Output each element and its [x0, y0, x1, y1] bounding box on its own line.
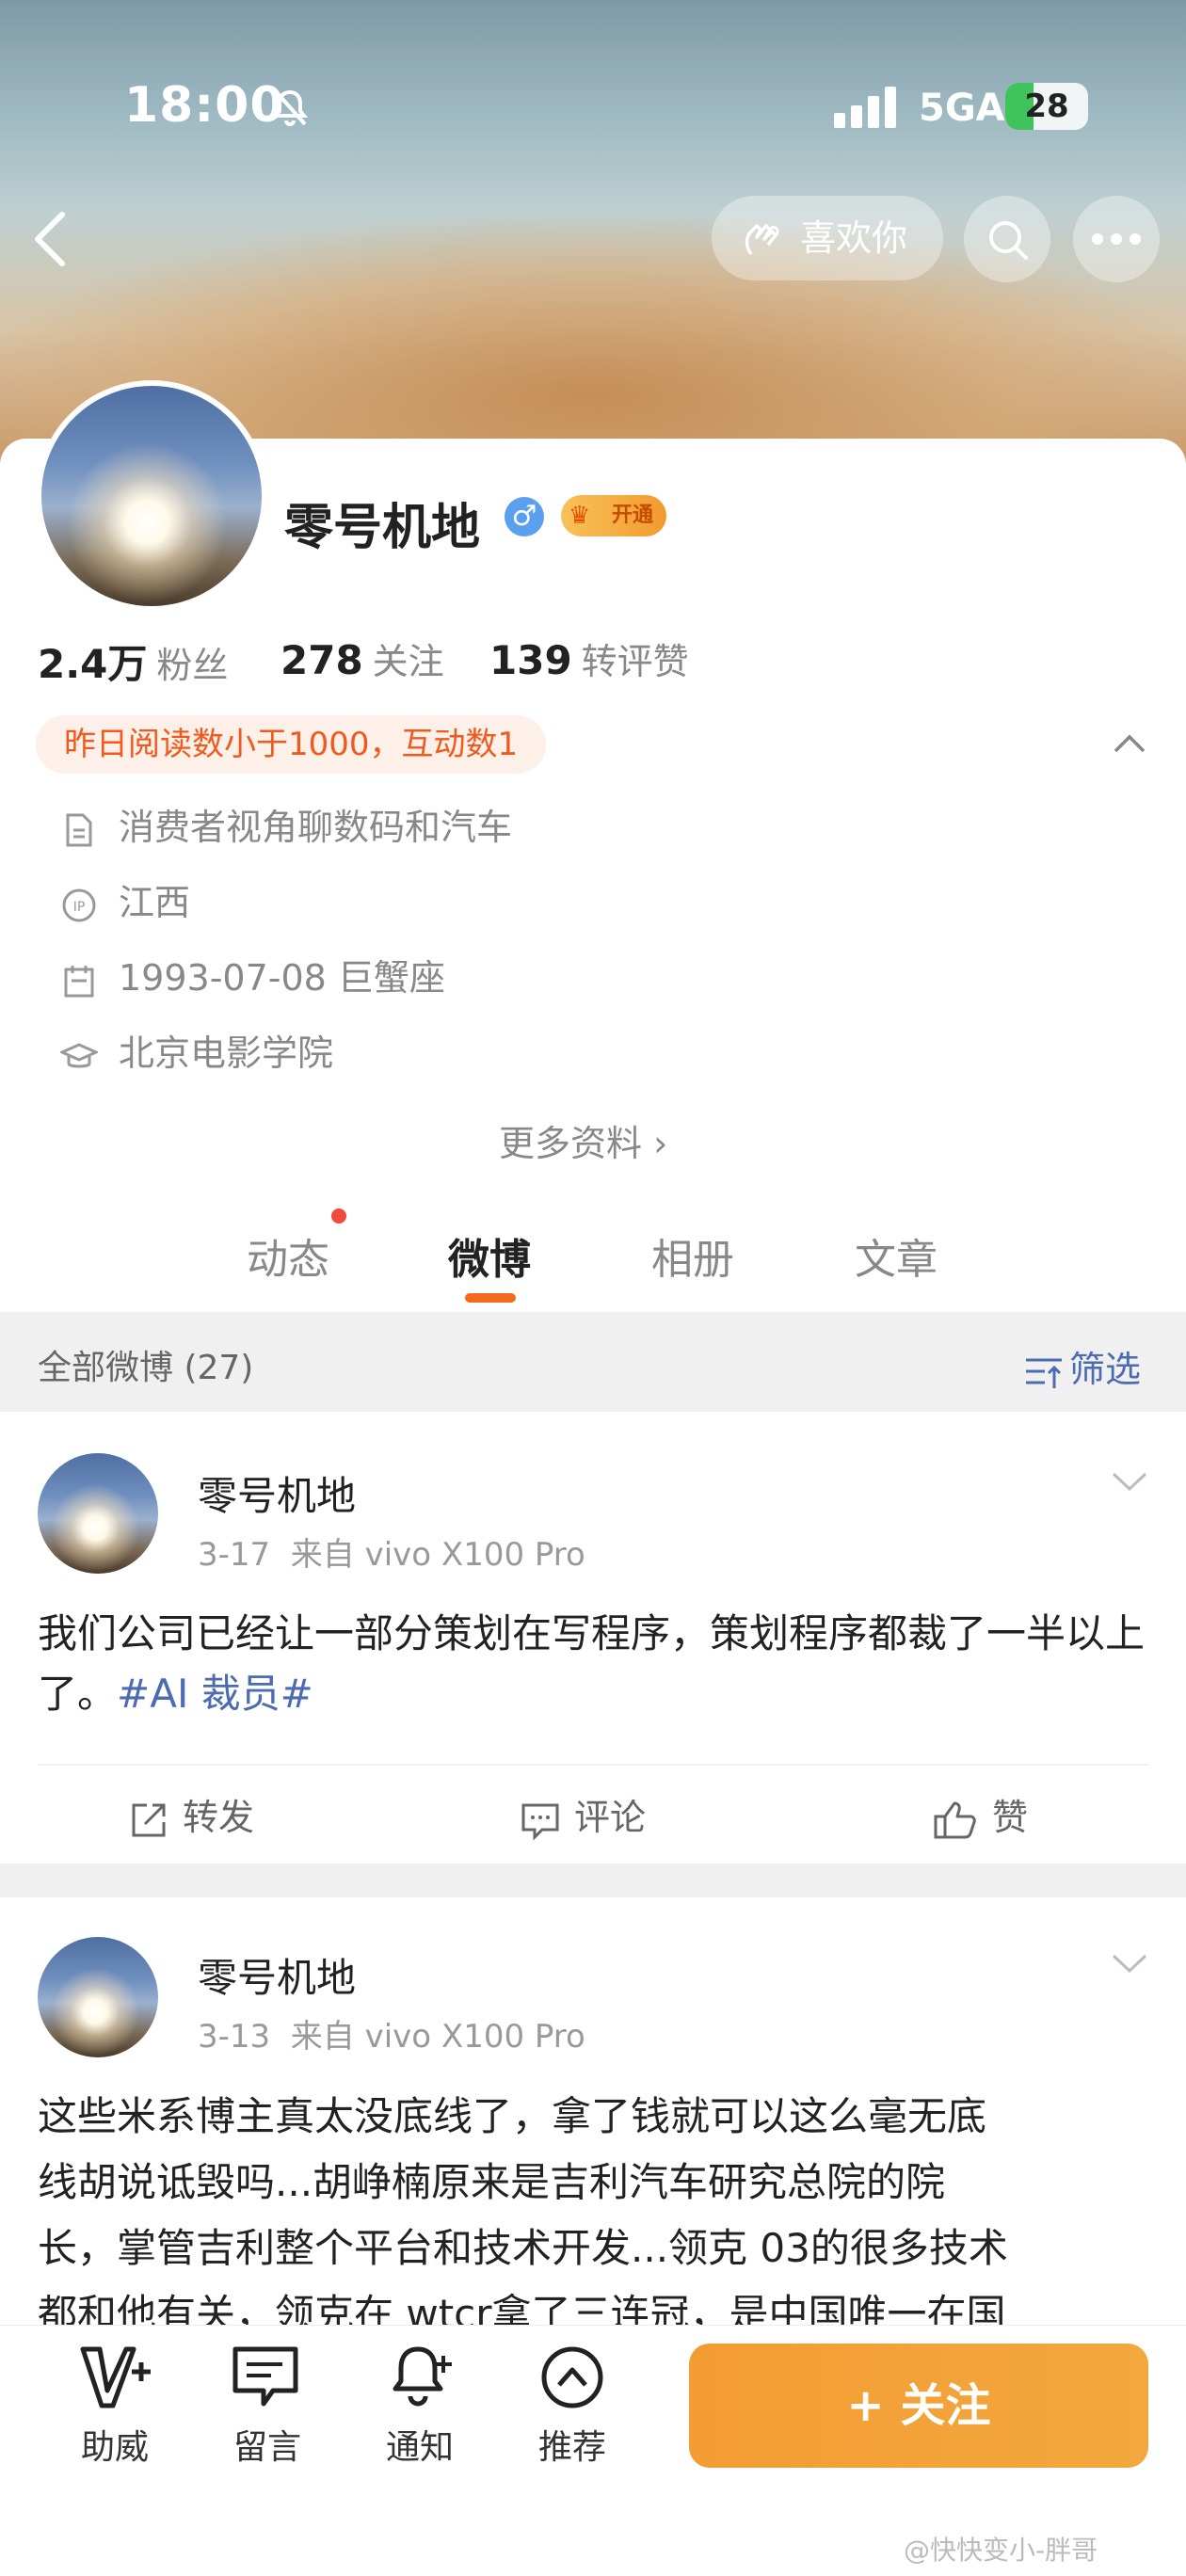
- cheer-label: 助威: [80, 2428, 149, 2467]
- school-text: 北京电影学院: [119, 1032, 334, 1074]
- hand-heart-icon: [745, 224, 779, 256]
- network-type: 5GA: [919, 87, 1005, 130]
- graduation-cap-icon: [58, 1042, 100, 1067]
- post-meta: 3-17 来自 vivo X100 Pro: [198, 1528, 585, 1575]
- fans-count: 2.4万: [38, 641, 148, 687]
- like-button[interactable]: 赞: [934, 1788, 1028, 1841]
- status-bar: 18:00 5GA 28: [0, 0, 1186, 216]
- more-dots-icon: [1092, 233, 1141, 245]
- post-avatar[interactable]: [38, 1453, 158, 1574]
- filter-button[interactable]: 筛选: [1024, 1340, 1141, 1392]
- document-icon: [66, 813, 92, 846]
- back-icon[interactable]: [28, 209, 72, 269]
- male-gender-icon: ♂: [505, 497, 544, 536]
- reading-notice[interactable]: 昨日阅读数小于1000，互动数1: [36, 715, 547, 774]
- following-label: 关注: [372, 641, 444, 682]
- birthday-text: 1993-07-08 巨蟹座: [119, 957, 445, 999]
- following-stat[interactable]: 278 关注: [280, 632, 444, 684]
- post-author[interactable]: 零号机地: [198, 1464, 356, 1522]
- profile-name: 零号机地: [284, 500, 481, 556]
- comment-label: 评论: [574, 1797, 647, 1838]
- search-icon: [989, 221, 1028, 260]
- vip-open-badge[interactable]: ♛ 开通: [561, 495, 666, 536]
- post-source: 来自 vivo X100 Pro: [290, 1536, 585, 1574]
- post-author[interactable]: 零号机地: [198, 1946, 356, 2004]
- vip-label: 开通: [611, 504, 653, 527]
- post-hashtag[interactable]: #AI 裁员#: [117, 1671, 313, 1717]
- notify-label: 通知: [385, 2428, 454, 2467]
- bell-icon: [393, 2346, 452, 2407]
- notify-button[interactable]: 通知: [363, 2344, 476, 2469]
- tab-album[interactable]: 相册: [651, 1225, 734, 1286]
- post-content: 这些米系博主真太没底线了，拿了钱就可以这么毫无底 线胡说诋毁吗...胡峥楠原来是…: [38, 2084, 1158, 2347]
- comment-icon: [521, 1803, 559, 1841]
- message-button[interactable]: 留言: [211, 2344, 324, 2469]
- info-bio: 消费者视角聊数码和汽车: [60, 798, 512, 850]
- interactions-count: 139: [489, 637, 572, 683]
- repost-icon: [132, 1803, 166, 1836]
- fans-stat[interactable]: 2.4万 粉丝: [38, 632, 228, 690]
- post-avatar[interactable]: [38, 1937, 158, 2057]
- all-posts-count: 全部微博 (27): [38, 1349, 254, 1387]
- calendar-icon: [64, 965, 94, 997]
- recommend-icon: [541, 2346, 603, 2408]
- interactions-stat[interactable]: 139 转评赞: [489, 632, 689, 684]
- info-ip: IP 江西: [60, 873, 190, 925]
- svg-text:IP: IP: [73, 900, 86, 915]
- collapse-chevron-icon[interactable]: [1113, 732, 1146, 755]
- follow-button[interactable]: + 关注: [689, 2344, 1148, 2468]
- following-count: 278: [280, 637, 363, 683]
- repost-button[interactable]: 转发: [128, 1788, 254, 1841]
- search-button[interactable]: [964, 196, 1050, 282]
- ip-location-icon: IP: [62, 888, 96, 921]
- chevron-down-icon[interactable]: [1111, 1952, 1148, 1975]
- mute-bell-icon: [271, 88, 309, 126]
- recommend-label: 推荐: [537, 2428, 606, 2467]
- repost-label: 转发: [183, 1797, 255, 1838]
- like-you-button[interactable]: 喜欢你: [712, 196, 943, 280]
- post-meta: 3-13 来自 vivo X100 Pro: [198, 2010, 585, 2056]
- unread-dot: [331, 1208, 346, 1224]
- like-label: 赞: [992, 1797, 1029, 1838]
- post-text-line: 这些米系博主真太没底线了，拿了钱就可以这么毫无底: [38, 2093, 987, 2139]
- post-divider: [38, 1764, 1148, 1766]
- more-info-link[interactable]: 更多资料 ›: [499, 1114, 667, 1166]
- status-time: 18:00: [124, 77, 285, 134]
- crown-icon: ♛: [569, 502, 591, 530]
- post-separator: [0, 1864, 1186, 1897]
- filter-icon: [1026, 1358, 1062, 1388]
- post-date: 3-13: [198, 2018, 271, 2056]
- bio-text: 消费者视角聊数码和汽车: [119, 807, 513, 848]
- info-school: 北京电影学院: [58, 1024, 334, 1076]
- fans-label: 粉丝: [156, 645, 229, 686]
- post-date: 3-17: [198, 1536, 271, 1574]
- cheer-icon: [80, 2346, 151, 2408]
- battery-level: 28: [1024, 88, 1069, 125]
- like-you-label: 喜欢你: [800, 217, 908, 259]
- watermark: @快快变小-胖哥: [904, 2535, 1098, 2566]
- interactions-label: 转评赞: [581, 641, 689, 682]
- comment-button[interactable]: 评论: [520, 1788, 646, 1841]
- recommend-button[interactable]: 推荐: [516, 2344, 629, 2469]
- active-tab-indicator: [465, 1293, 516, 1303]
- tab-weibo[interactable]: 微博: [448, 1225, 531, 1286]
- signal-icon: [834, 87, 896, 128]
- post-source: 来自 vivo X100 Pro: [290, 2018, 585, 2056]
- more-options-button[interactable]: [1073, 196, 1160, 282]
- battery-indicator: 28: [1005, 83, 1088, 130]
- profile-avatar[interactable]: [36, 380, 267, 612]
- info-birthday: 1993-07-08 巨蟹座: [60, 949, 445, 1000]
- message-label: 留言: [232, 2428, 301, 2467]
- tab-dynamics[interactable]: 动态: [247, 1225, 329, 1286]
- post-text-line: 长，掌管吉利整个平台和技术开发...领克 03的很多技术: [38, 2225, 1008, 2271]
- chevron-down-icon[interactable]: [1111, 1470, 1148, 1493]
- tab-articles[interactable]: 文章: [855, 1225, 938, 1286]
- post-text-line: 线胡说诋毁吗...胡峥楠原来是吉利汽车研究总院的院: [38, 2159, 946, 2205]
- ip-text: 江西: [119, 882, 191, 923]
- cheer-button[interactable]: 助威: [58, 2344, 171, 2469]
- thumbs-up-icon: [934, 1801, 976, 1838]
- message-icon: [232, 2346, 298, 2407]
- filter-label: 筛选: [1069, 1349, 1142, 1390]
- post-content: 我们公司已经让一部分策划在写程序，策划程序都裁了一半以上了。#AI 裁员#: [38, 1604, 1158, 1724]
